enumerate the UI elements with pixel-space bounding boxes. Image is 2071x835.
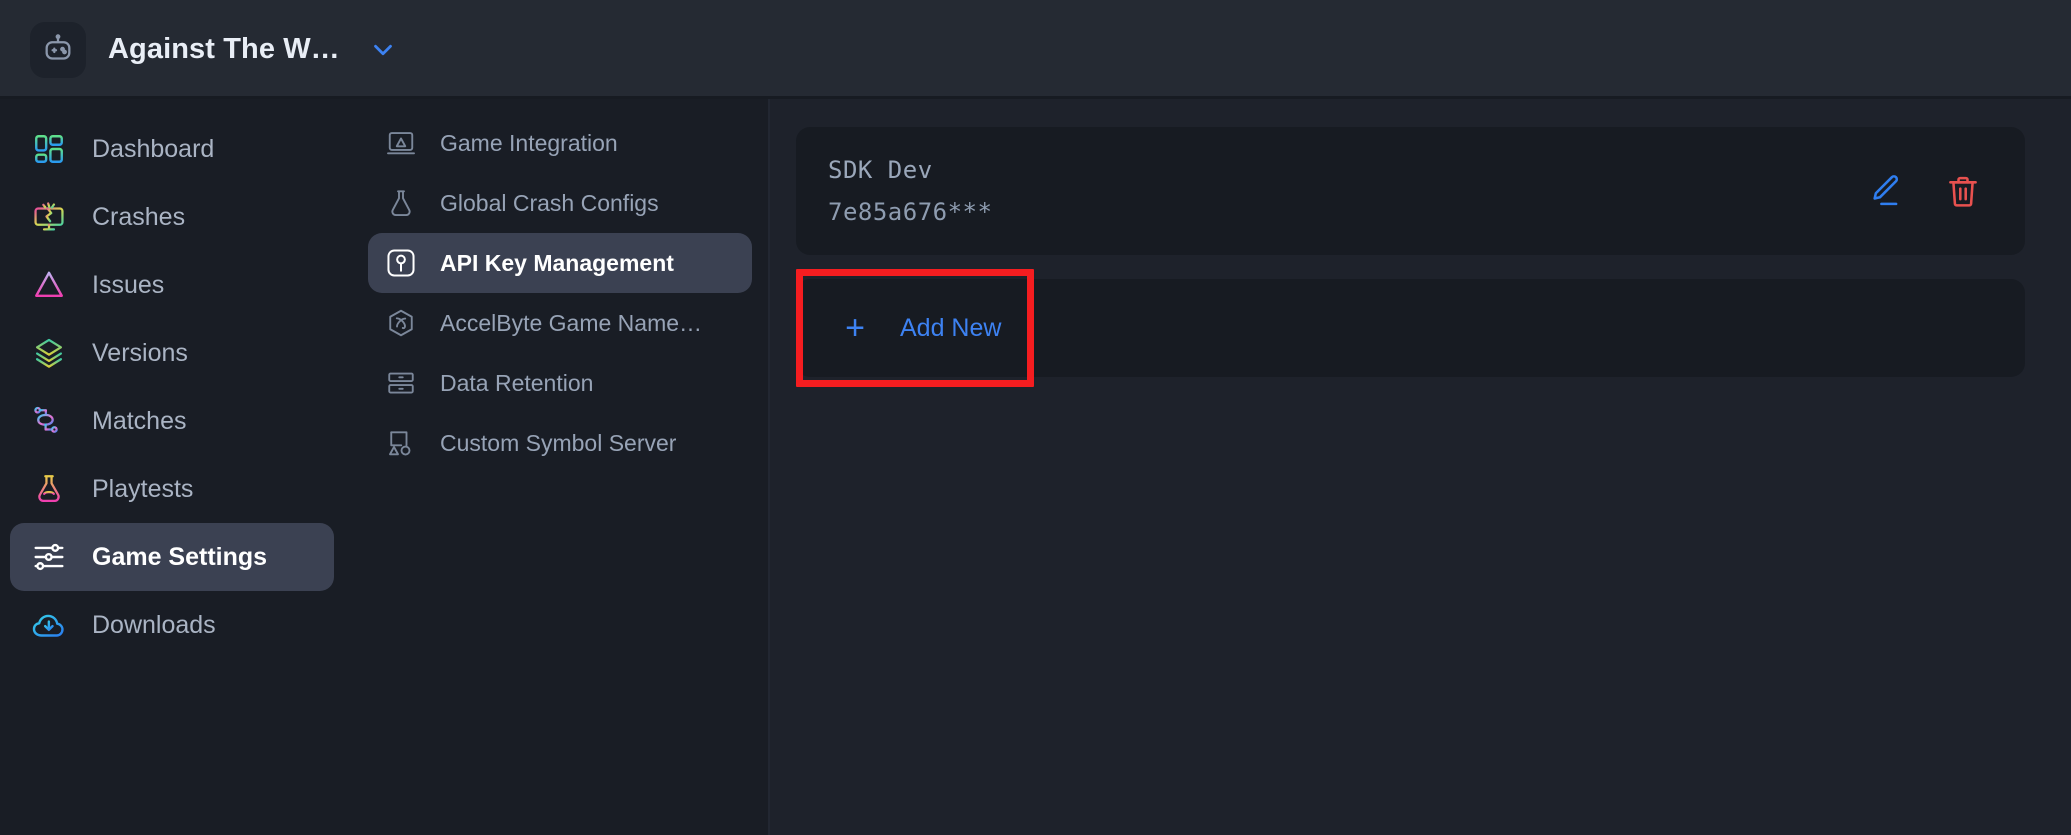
sidebar-item-issues[interactable]: Issues: [10, 251, 334, 319]
sidebar-item-versions[interactable]: Versions: [10, 319, 334, 387]
subnav-item-game-integration[interactable]: Game Integration: [368, 113, 752, 173]
pencil-edit-icon[interactable]: [1863, 169, 1907, 213]
subnav-item-label: Data Retention: [440, 369, 594, 396]
subnav-item-label: Global Crash Configs: [440, 189, 659, 216]
subnav-item-global-crash-configs[interactable]: Global Crash Configs: [368, 173, 752, 233]
subnav-item-data-retention[interactable]: Data Retention: [368, 353, 752, 413]
api-key-actions: [1863, 169, 1985, 213]
sidebar-item-downloads[interactable]: Downloads: [10, 591, 334, 659]
add-new-button[interactable]: + Add New: [834, 297, 1021, 359]
sliders-icon: [30, 538, 68, 576]
subnav-item-label: AccelByte Game Name…: [440, 309, 703, 336]
subnav-item-label: Game Integration: [440, 129, 618, 156]
subnav-item-label: Custom Symbol Server: [440, 429, 677, 456]
top-bar: Against The W…: [0, 0, 2071, 99]
settings-subnav: Game Integration Global Crash Configs AP…: [348, 99, 770, 835]
shapes-icon: [384, 426, 418, 460]
chevron-down-icon[interactable]: [368, 35, 398, 65]
database-icon: [384, 366, 418, 400]
app-root: Against The W… Dashboard Crashes Issues …: [0, 0, 2071, 835]
api-key-icon: [384, 246, 418, 280]
sidebar-item-label: Issues: [92, 270, 165, 299]
warning-triangle-icon: [30, 266, 68, 304]
sidebar-item-label: Game Settings: [92, 542, 268, 571]
layers-icon: [30, 334, 68, 372]
subnav-item-label: API Key Management: [440, 249, 674, 276]
sidebar-item-playtests[interactable]: Playtests: [10, 455, 334, 523]
game-integration-icon: [384, 126, 418, 160]
sidebar-item-matches[interactable]: Matches: [10, 387, 334, 455]
main-content: SDK Dev 7e85a676*** + Add New: [770, 99, 2071, 835]
crashed-monitor-icon: [30, 198, 68, 236]
app-body: Dashboard Crashes Issues Versions Matche…: [0, 99, 2071, 835]
primary-sidebar: Dashboard Crashes Issues Versions Matche…: [0, 99, 348, 835]
cloud-download-icon: [30, 606, 68, 644]
add-new-label: Add New: [900, 313, 1002, 342]
flask-gamepad-icon: [30, 470, 68, 508]
dashboard-grid-icon: [30, 130, 68, 168]
match-network-icon: [30, 402, 68, 440]
sidebar-item-label: Downloads: [92, 610, 216, 639]
sidebar-item-game-settings[interactable]: Game Settings: [10, 523, 334, 591]
subnav-item-api-key-management[interactable]: API Key Management: [368, 233, 752, 293]
subnav-item-custom-symbol-server[interactable]: Custom Symbol Server: [368, 413, 752, 473]
flask-icon: [384, 186, 418, 220]
sidebar-item-label: Matches: [92, 406, 187, 435]
add-new-card: + Add New: [796, 269, 2025, 387]
api-key-value: 7e85a676***: [828, 198, 993, 226]
plus-icon: +: [845, 309, 865, 347]
api-key-name: SDK Dev: [828, 156, 933, 184]
sidebar-item-label: Dashboard: [92, 134, 215, 163]
page-title: Against The W…: [108, 33, 340, 65]
api-key-info: SDK Dev 7e85a676***: [828, 156, 1863, 226]
game-robot-icon: [30, 21, 86, 78]
trash-delete-icon[interactable]: [1941, 169, 1985, 213]
sidebar-item-label: Versions: [92, 338, 188, 367]
api-key-card: SDK Dev 7e85a676***: [796, 127, 2025, 255]
subnav-item-accelbyte-game-name[interactable]: AccelByte Game Name…: [368, 293, 752, 353]
sidebar-item-crashes[interactable]: Crashes: [10, 183, 334, 251]
sidebar-item-label: Playtests: [92, 474, 194, 503]
sidebar-item-label: Crashes: [92, 202, 186, 231]
accelbyte-hex-icon: [384, 306, 418, 340]
sidebar-item-dashboard[interactable]: Dashboard: [10, 115, 334, 183]
